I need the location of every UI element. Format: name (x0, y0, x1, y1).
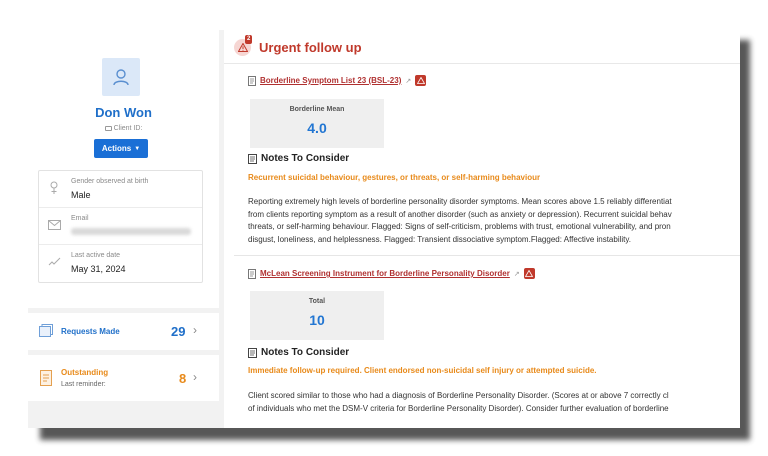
header-divider (224, 63, 740, 64)
outstanding-card[interactable]: Outstanding Last reminder: 8 › (28, 355, 219, 401)
requests-count: 29 (171, 324, 186, 339)
gender-row: Gender observed at birth Male (39, 171, 202, 208)
user-icon (113, 69, 129, 86)
outstanding-count: 8 (179, 371, 187, 386)
document-icon (248, 268, 256, 279)
assessment-1-line: threats, or self-harming behaviour. Flag… (248, 222, 671, 231)
id-card-icon (104, 125, 112, 131)
assessment-1-line: disgust, loneliness, and helplessness. F… (248, 234, 632, 244)
assessment-1-title[interactable]: Borderline Symptom List 23 (BSL-23) (260, 76, 401, 85)
requests-icon (38, 323, 54, 339)
activity-icon (47, 255, 61, 269)
last-active-row: Last active date May 31, 2024 (39, 245, 202, 282)
email-value-redacted (71, 228, 191, 235)
mail-icon (47, 218, 61, 232)
gender-icon (47, 181, 61, 195)
warning-icon (415, 75, 427, 86)
assessment-1-flag: Recurrent suicidal behaviour, gestures, … (248, 173, 541, 182)
requests-label: Requests Made (61, 327, 120, 336)
assessment-2-score-value: 10 (309, 312, 325, 328)
assessment-1-header: Borderline Symptom List 23 (BSL-23) ↗ (248, 75, 427, 86)
document-icon (248, 75, 256, 86)
assessment-1-notes-title: Notes To Consider (261, 153, 350, 164)
assessment-2-notes-heading: Notes To Consider (248, 347, 349, 358)
assessment-1-score-value: 4.0 (307, 120, 327, 136)
urgent-header: 2 Urgent follow up (234, 34, 362, 58)
assessment-2-header: McLean Screening Instrument for Borderli… (248, 268, 535, 279)
assessment-1-notes-heading: Notes To Consider (248, 153, 349, 164)
notes-icon (248, 153, 257, 164)
caret-down-icon: ▼ (134, 145, 141, 152)
email-row: Email (39, 208, 202, 245)
last-active-value: May 31, 2024 (71, 264, 126, 274)
notes-icon (248, 347, 257, 358)
urgent-title: Urgent follow up (259, 39, 362, 55)
last-active-label: Last active date (71, 252, 121, 259)
assessment-2-title[interactable]: McLean Screening Instrument for Borderli… (260, 269, 510, 278)
client-name: Don Won (95, 105, 152, 120)
warning-icon (523, 268, 535, 279)
canvas: Don Won Client ID: Actions ▼ Gender obse… (0, 0, 768, 456)
outstanding-label: Outstanding (61, 368, 109, 377)
assessment-separator (234, 255, 740, 256)
client-id-label: Client ID: (113, 125, 143, 132)
chevron-right-icon: › (193, 370, 197, 384)
chevron-right-icon: › (193, 323, 197, 337)
client-info-box: Gender observed at birth Male Email Last… (38, 170, 203, 283)
gender-value: Male (71, 190, 91, 200)
client-id: Client ID: (28, 125, 219, 132)
external-link-icon[interactable]: ↗ (514, 270, 520, 278)
urgent-badge: 2 (245, 34, 253, 44)
actions-label: Actions (101, 144, 132, 153)
assessment-2-score-label: Total (308, 298, 326, 305)
alert-icon: 2 (234, 34, 253, 56)
assessment-2-score-box: Total 10 (250, 291, 384, 340)
assessment-2-line: of individuals who met the DSM-V criteri… (248, 404, 669, 413)
avatar (102, 58, 140, 96)
assessment-1-line: Reporting extremely high levels of borde… (248, 197, 672, 206)
app-window: Don Won Client ID: Actions ▼ Gender obse… (28, 30, 740, 428)
outstanding-icon (38, 369, 54, 386)
assessment-1-score-box: Borderline Mean 4.0 (250, 99, 384, 148)
assessment-2-flag: Immediate follow-up required. Client end… (248, 366, 597, 375)
outstanding-last-reminder: Last reminder: (61, 381, 106, 388)
assessment-1-line: from clients reporting symptom as a resu… (248, 209, 672, 219)
external-link-icon[interactable]: ↗ (405, 77, 411, 85)
client-sidebar: Don Won Client ID: Actions ▼ Gender obse… (28, 30, 219, 428)
urgent-panel: 2 Urgent follow up Borderline Symptom Li… (224, 30, 740, 428)
requests-made-card[interactable]: Requests Made 29 › (28, 313, 219, 350)
actions-button[interactable]: Actions ▼ (94, 139, 148, 158)
assessment-2-notes-title: Notes To Consider (261, 347, 350, 358)
gender-label: Gender observed at birth (71, 178, 149, 185)
assessment-1-score-label: Borderline Mean (289, 106, 345, 113)
client-profile-card: Don Won Client ID: Actions ▼ Gender obse… (28, 30, 219, 308)
email-label: Email (71, 215, 89, 222)
assessment-2-line: Client scored similar to those who had a… (248, 391, 669, 400)
